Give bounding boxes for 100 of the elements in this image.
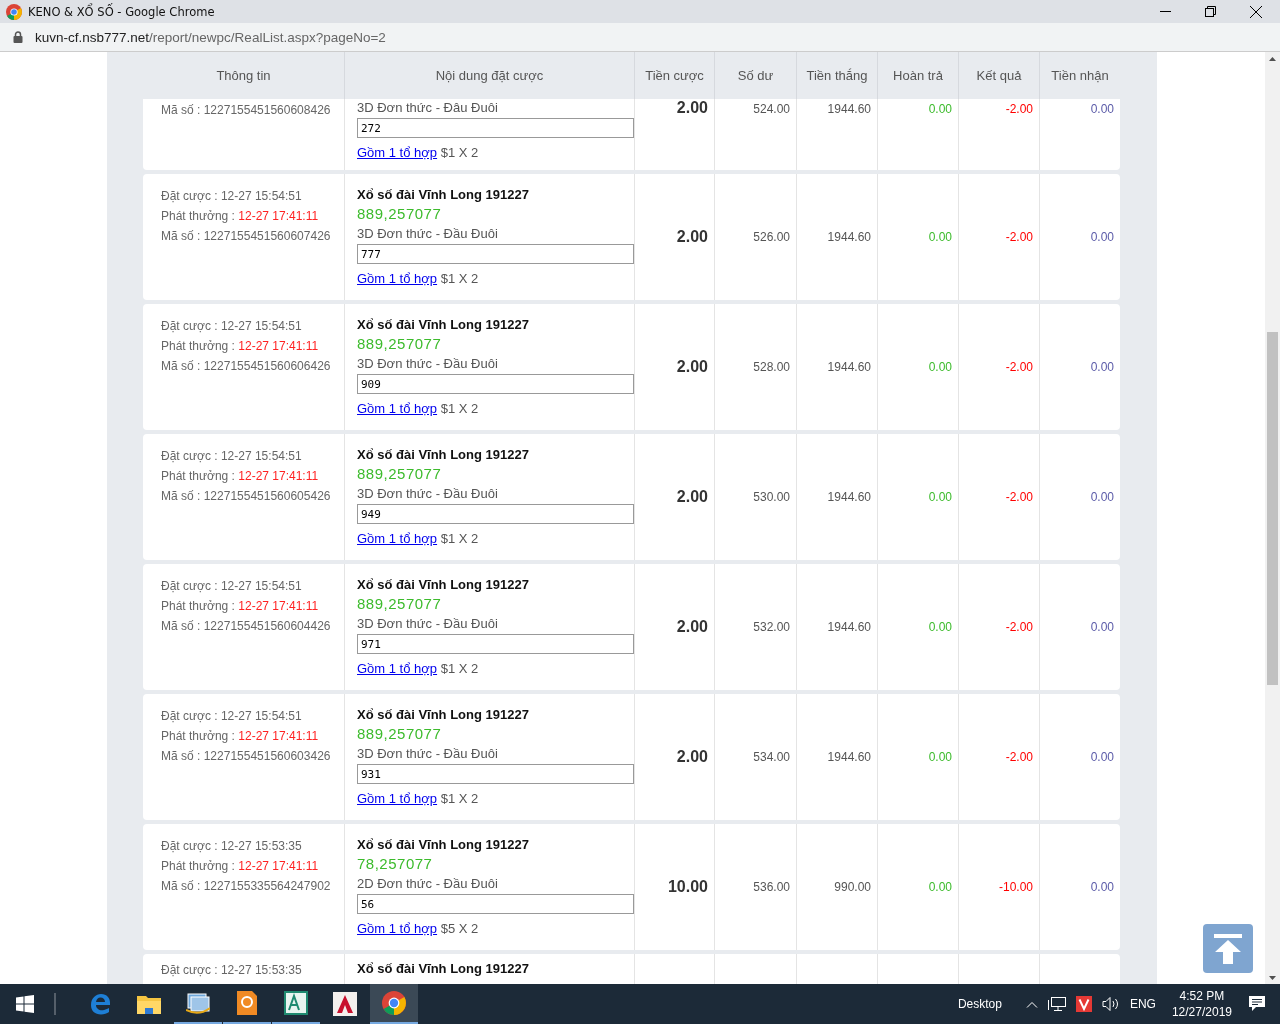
desktop-toolbar-label[interactable]: Desktop <box>957 997 1002 1011</box>
lottery-title: Xổ số đài Vĩnh Long 191227 <box>357 576 530 593</box>
scroll-up-icon[interactable] <box>1269 57 1276 61</box>
restore-icon[interactable] <box>1205 6 1216 17</box>
close-icon[interactable] <box>1250 5 1262 18</box>
combo-link[interactable]: Gồm 1 tổ hợp <box>357 531 438 546</box>
amount-text: 0.00 <box>1090 360 1114 374</box>
amount-text: 524.00 <box>753 102 790 116</box>
clock-date[interactable]: 12/27/2019 <box>1171 1004 1232 1020</box>
numbers-field[interactable]: 777 <box>357 244 634 264</box>
lottery-title: Xổ số đài Vĩnh Long 191227 <box>357 960 530 977</box>
bet-type: 3D Đơn thức - Đầu Đuôi <box>357 355 499 373</box>
info-line: Mã số : 1227155451560605426 <box>161 488 332 505</box>
url-text[interactable]: kuvn-cf.nsb777.net/report/newpc/RealList.aspx?pageNo=2 <box>35 29 386 45</box>
amount-text: 0.00 <box>928 490 952 504</box>
amount-text: -2.00 <box>1005 620 1033 634</box>
scroll-down-icon[interactable] <box>1269 976 1276 980</box>
numbers-field[interactable]: 56 <box>357 894 634 914</box>
numbers-field[interactable]: 971 <box>357 634 634 654</box>
combo-link[interactable]: Gồm 1 tổ hợp <box>357 401 438 416</box>
combo-detail: $1 X 2 <box>440 531 479 546</box>
info-line: Đặt cược : 12-27 15:53:35 <box>161 962 303 979</box>
numbers-field[interactable]: 272 <box>357 118 634 138</box>
numbers-field[interactable]: 931 <box>357 764 634 784</box>
info-line: Phát thưởng : 12-27 17:41:11 <box>161 728 320 745</box>
amount-text: 528.00 <box>753 360 790 374</box>
amount-text: 0.00 <box>1090 620 1114 634</box>
amount-text: -2.00 <box>1005 230 1033 244</box>
back-to-top-button[interactable] <box>1203 924 1253 973</box>
notifications-icon[interactable] <box>1248 995 1266 1013</box>
amount-text: 1944.60 <box>827 230 871 244</box>
amount-text: 536.00 <box>753 880 790 894</box>
info-line: Phát thưởng : 12-27 17:41:11 <box>161 468 320 485</box>
amount-text: -2.00 <box>1005 750 1033 764</box>
combo-link[interactable]: Gồm 1 tổ hợp <box>357 145 438 160</box>
amount-text: 530.00 <box>753 490 790 504</box>
bet-type: 3D Đơn thức - Đầu Đuôi <box>357 615 499 633</box>
amount-text: 1944.60 <box>827 620 871 634</box>
draw-result: 889,257077 <box>357 334 443 354</box>
amount-text: 1944.60 <box>827 102 871 116</box>
speaker-icon[interactable] <box>1101 996 1120 1012</box>
info-line: Mã số : 1227155451560606426 <box>161 358 332 375</box>
info-line: Mã số : 1227155451560607426 <box>161 228 332 245</box>
info-line: Mã số : 1227155451560604426 <box>161 618 332 635</box>
amount-text: 2.00 <box>676 99 708 117</box>
draw-result: 889,257077 <box>357 594 443 614</box>
lock-icon <box>13 31 23 43</box>
bet-type: 3D Đơn thức - Đầu Đuôi <box>357 485 499 503</box>
amount-text: 0.00 <box>928 750 952 764</box>
network-icon[interactable] <box>1047 996 1066 1012</box>
info-line: Phát thưởng : 12-27 17:41:11 <box>161 858 320 875</box>
draw-result: 889,257077 <box>357 724 443 744</box>
info-line: Phát thưởng : 12-27 17:41:11 <box>161 338 320 355</box>
amount-text: 0.00 <box>1090 102 1114 116</box>
amount-text: 2.00 <box>676 618 708 636</box>
amount-text: 0.00 <box>928 102 952 116</box>
combo-link[interactable]: Gồm 1 tổ hợp <box>357 271 438 286</box>
amount-text: 1944.60 <box>827 360 871 374</box>
bet-type: 3D Đơn thức - Đầu Đuôi <box>357 745 499 763</box>
chevron-up-icon[interactable] <box>1025 1000 1038 1008</box>
amount-text: 0.00 <box>928 360 952 374</box>
lottery-title: Xổ số đài Vĩnh Long 191227 <box>357 446 530 463</box>
numbers-field[interactable]: 909 <box>357 374 634 394</box>
amount-text: 1944.60 <box>827 750 871 764</box>
amount-text: 0.00 <box>1090 880 1114 894</box>
amount-text: 526.00 <box>753 230 790 244</box>
amount-text: -2.00 <box>1005 102 1033 116</box>
draw-result: 889,257077 <box>357 204 443 224</box>
amount-text: 0.00 <box>1090 490 1114 504</box>
amount-text: 2.00 <box>676 748 708 766</box>
combo-detail: $1 X 2 <box>440 145 479 160</box>
numbers-field[interactable]: 949 <box>357 504 634 524</box>
clock-time[interactable]: 4:52 PM <box>1179 988 1225 1004</box>
amount-text: 0.00 <box>928 880 952 894</box>
amount-text: 10.00 <box>667 878 708 896</box>
antivirus-icon[interactable] <box>1075 996 1092 1012</box>
amount-text: 0.00 <box>1090 230 1114 244</box>
amount-text: 2.00 <box>676 358 708 376</box>
info-line: Đặt cược : 12-27 15:54:51 <box>161 578 303 595</box>
chrome-taskbar-icon[interactable] <box>370 984 418 1024</box>
language-indicator[interactable]: ENG <box>1129 997 1156 1011</box>
amount-text: 2.00 <box>676 228 708 246</box>
combo-link[interactable]: Gồm 1 tổ hợp <box>357 921 438 936</box>
combo-link[interactable]: Gồm 1 tổ hợp <box>357 791 438 806</box>
combo-detail: $1 X 2 <box>440 271 479 286</box>
up-arrow-icon <box>1214 933 1242 964</box>
scrollbar-thumb[interactable] <box>1267 332 1278 685</box>
combo-link[interactable]: Gồm 1 tổ hợp <box>357 661 438 676</box>
draw-result: 889,257077 <box>357 464 443 484</box>
amount-text: -2.00 <box>1005 360 1033 374</box>
amount-text: 532.00 <box>753 620 790 634</box>
info-line: Phát thưởng : 12-27 17:41:11 <box>161 598 320 615</box>
info-line: Mã số : 1227155451560603426 <box>161 748 332 765</box>
lottery-title: Xổ số đài Vĩnh Long 191227 <box>357 316 530 333</box>
amount-text: 1944.60 <box>827 490 871 504</box>
bet-type: 3D Đơn thức - Đầu Đuôi <box>357 225 499 243</box>
info-line: Đặt cược : 12-27 15:54:51 <box>161 188 303 205</box>
windows-start-icon[interactable] <box>16 995 34 1013</box>
info-line: Mã số : 1227155451560608426 <box>161 102 332 119</box>
info-line: Mã số : 1227155335564247902 <box>161 878 332 895</box>
